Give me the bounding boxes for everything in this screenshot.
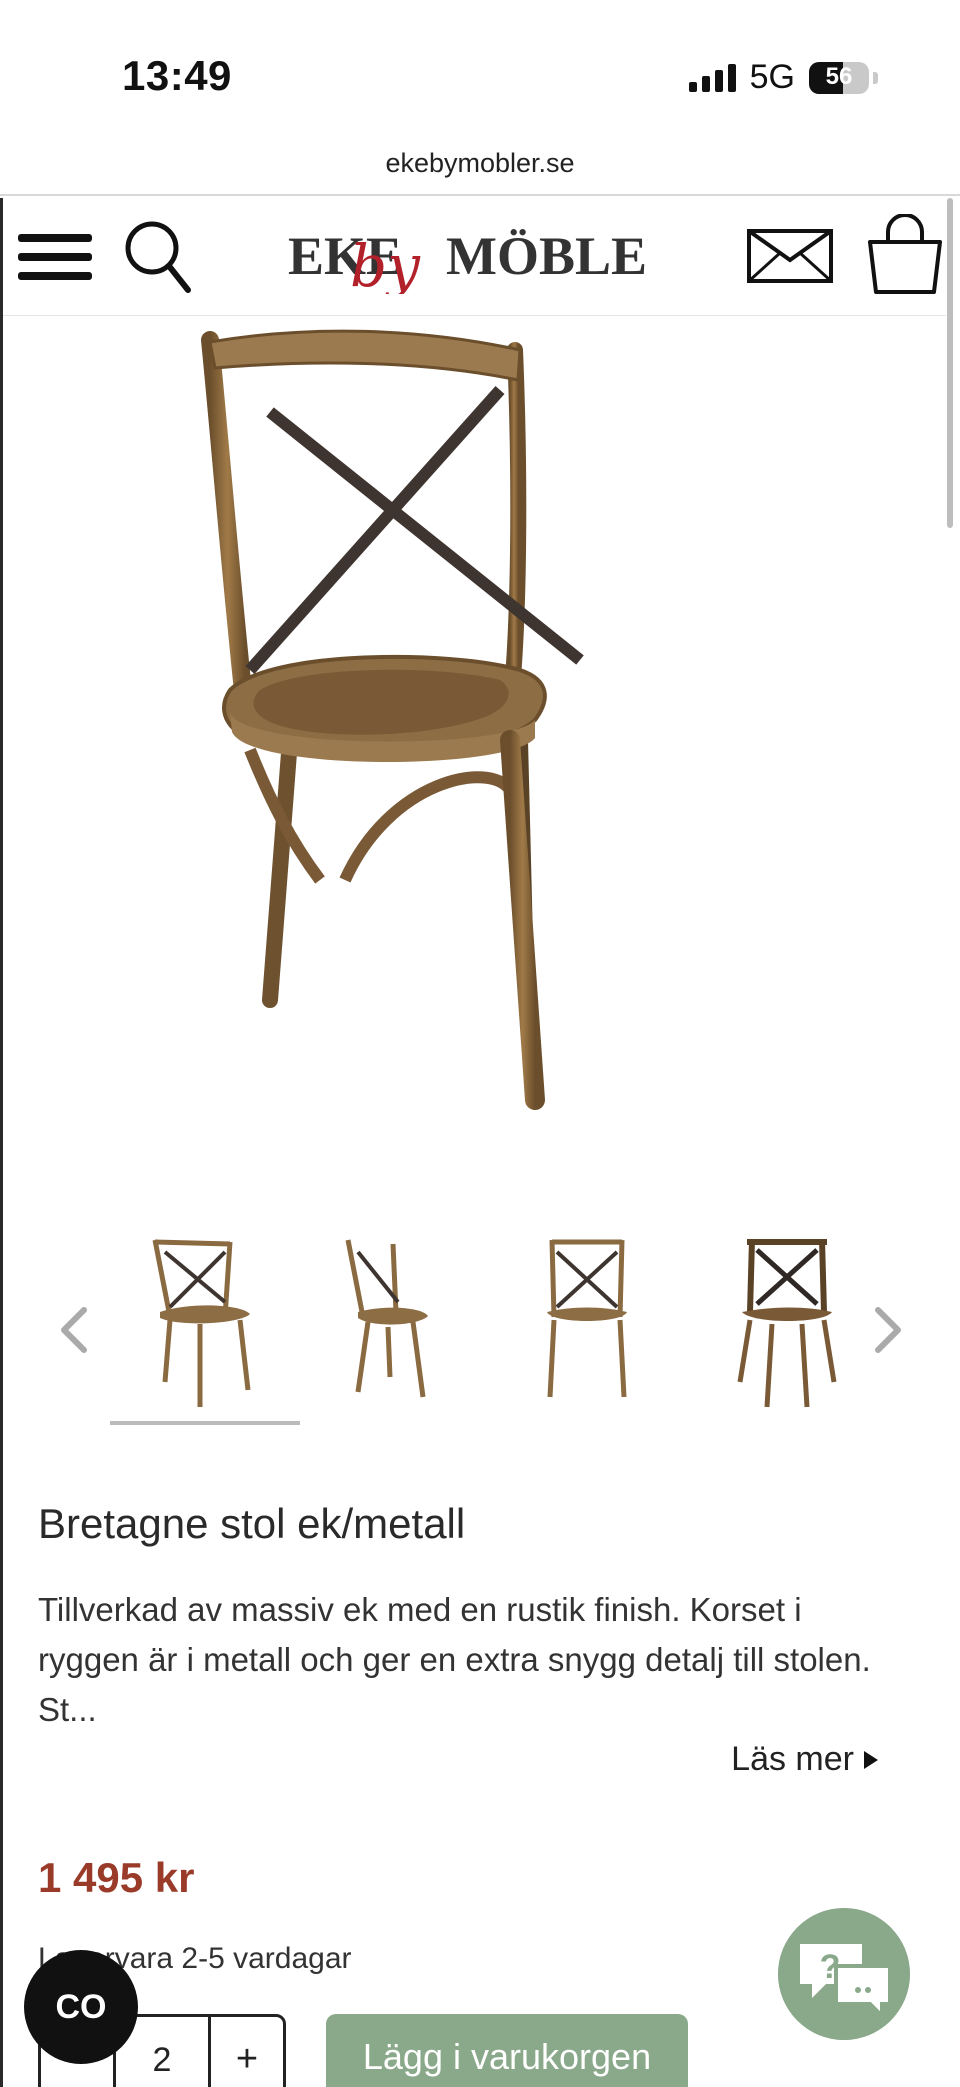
play-arrow-icon: [864, 1750, 878, 1769]
battery-icon: 56: [809, 61, 869, 94]
menu-icon[interactable]: [18, 234, 92, 280]
status-indicators: 5G 56: [688, 58, 878, 97]
address-bar[interactable]: ekebymobler.se: [0, 130, 960, 196]
co-label: CO: [56, 1988, 107, 2026]
thumbnail-1[interactable]: [130, 1232, 280, 1412]
product-image[interactable]: [190, 320, 750, 1200]
quantity-increase-button[interactable]: +: [211, 2017, 283, 2087]
product-title: Bretagne stol ek/metall: [38, 1500, 466, 1547]
cellular-signal-icon: [688, 63, 736, 92]
status-bar: 13:49 5G 56: [0, 0, 960, 130]
status-time: 13:49: [122, 52, 232, 99]
product-price: 1 495 kr: [38, 1854, 195, 1901]
url-text: ekebymobler.se: [385, 148, 575, 178]
mail-icon[interactable]: [746, 228, 834, 284]
chat-icon[interactable]: ?: [778, 1908, 910, 2040]
shopping-bag-icon[interactable]: [866, 214, 944, 296]
chevron-right-icon[interactable]: [862, 1300, 912, 1360]
site-logo[interactable]: EKE by MÖBLER: [288, 214, 648, 294]
page-scrollbar[interactable]: [947, 198, 953, 528]
battery-tip: [873, 71, 878, 84]
read-more-label: Läs mer: [731, 1740, 854, 1778]
logo-right: MÖBLER: [446, 226, 648, 286]
thumbnail-3[interactable]: [512, 1232, 662, 1412]
logo-script: by: [350, 232, 421, 294]
add-to-cart-button[interactable]: Lägg i varukorgen: [326, 2014, 688, 2087]
co-logo-icon: CO: [56, 1988, 107, 2026]
product-description: Tillverkad av massiv ek med en rustik fi…: [38, 1591, 871, 1728]
battery-percent: 56: [825, 62, 853, 90]
thumbnail-4[interactable]: [712, 1232, 862, 1412]
read-more-link[interactable]: Läs mer: [731, 1740, 878, 1779]
page-left-border: [0, 198, 3, 2087]
thumbnail-active-indicator: [110, 1421, 300, 1425]
chevron-left-icon[interactable]: [50, 1300, 100, 1360]
chat-question-mark: ?: [820, 1948, 841, 1986]
search-icon[interactable]: [124, 220, 192, 294]
network-type: 5G: [749, 58, 795, 96]
co-badge-button[interactable]: CO: [24, 1950, 138, 2064]
thumbnail-2[interactable]: [318, 1232, 468, 1412]
